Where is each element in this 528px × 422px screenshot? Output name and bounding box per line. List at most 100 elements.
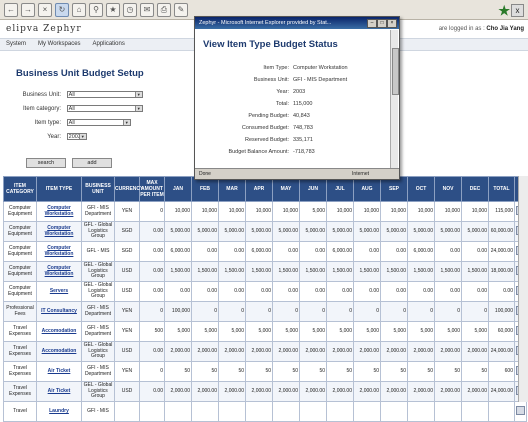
close-icon[interactable]: x bbox=[511, 4, 524, 17]
column-header[interactable]: MAR bbox=[218, 176, 246, 202]
table-cell: GEL - Global Logistics Group bbox=[81, 341, 115, 362]
table-cell: 5,000 bbox=[245, 321, 273, 342]
table-cell bbox=[272, 401, 300, 422]
table-cell: 2,000.00 bbox=[164, 381, 192, 402]
table-cell: 1,500.00 bbox=[191, 261, 219, 282]
mail-icon[interactable]: ✉ bbox=[140, 2, 154, 17]
maximize-icon[interactable]: □ bbox=[377, 19, 387, 28]
column-header[interactable]: JAN bbox=[164, 176, 192, 202]
item-type-link[interactable]: Laundry bbox=[36, 401, 82, 422]
table-cell: GFI - MIS Department bbox=[81, 301, 115, 322]
popup-field-row: Reserved Budget: 335,171 bbox=[203, 137, 383, 143]
column-header[interactable]: CURRENCY bbox=[114, 176, 143, 202]
add-button[interactable]: add bbox=[72, 158, 112, 168]
table-cell: 5,000 bbox=[218, 321, 246, 342]
column-header[interactable]: FEB bbox=[191, 176, 219, 202]
minimize-icon[interactable]: – bbox=[367, 19, 377, 28]
page-scrollbar[interactable] bbox=[518, 176, 528, 402]
filter-item-category: Item category: All ▼ bbox=[16, 105, 143, 112]
table-cell: 10,000 bbox=[326, 201, 354, 222]
item-category-select[interactable]: All ▼ bbox=[66, 105, 143, 112]
column-header[interactable]: APR bbox=[245, 176, 273, 202]
table-cell: 5,000 bbox=[326, 321, 354, 342]
search-button[interactable]: search bbox=[26, 158, 66, 168]
table-cell: YEN bbox=[114, 321, 140, 342]
column-header[interactable]: BUSINESS UNIT bbox=[81, 176, 115, 202]
column-header[interactable]: TOTAL bbox=[488, 176, 515, 202]
item-type-link[interactable]: Computer Workstation bbox=[36, 221, 82, 242]
column-header[interactable]: JUL bbox=[326, 176, 354, 202]
table-cell: 600 bbox=[488, 361, 515, 382]
table-cell: 0.00 bbox=[191, 281, 219, 302]
home-icon[interactable]: ⌂ bbox=[72, 2, 86, 17]
table-row: Computer Equipment Computer Workstation GF… bbox=[3, 201, 527, 222]
table-row: Travel Expenses Air Ticket GFI - MIS Depar… bbox=[3, 361, 527, 382]
table-cell: GEL - Global Logistics Group bbox=[81, 261, 115, 282]
item-type-link[interactable]: Air Ticket bbox=[36, 381, 82, 402]
column-header[interactable]: SEP bbox=[380, 176, 408, 202]
favorites-icon[interactable]: ★ bbox=[106, 2, 120, 17]
row-select-box[interactable] bbox=[516, 405, 525, 415]
table-cell: YEN bbox=[114, 201, 140, 222]
status-done: Done bbox=[199, 171, 211, 177]
column-header[interactable]: MAX AMOUNT PER ITEM bbox=[139, 176, 165, 202]
edit-icon[interactable]: ✎ bbox=[174, 2, 188, 17]
column-header[interactable]: MAY bbox=[272, 176, 300, 202]
refresh-icon[interactable]: ↻ bbox=[55, 2, 69, 17]
item-type-link[interactable]: Accomodation bbox=[36, 341, 82, 362]
chevron-down-icon: ▼ bbox=[134, 92, 142, 97]
item-type-link[interactable]: Computer Workstation bbox=[36, 241, 82, 262]
table-cell: 115,000 bbox=[488, 201, 515, 222]
history-icon[interactable]: ◷ bbox=[123, 2, 137, 17]
column-header[interactable]: AUG bbox=[353, 176, 381, 202]
item-type-link[interactable]: Computer Workstation bbox=[36, 201, 82, 222]
menu-my-workspaces[interactable]: My Workspaces bbox=[38, 39, 81, 50]
column-header[interactable]: JUN bbox=[299, 176, 327, 202]
search-icon[interactable]: ⚲ bbox=[89, 2, 103, 17]
stop-icon[interactable]: × bbox=[38, 2, 52, 17]
table-cell: YEN bbox=[114, 361, 140, 382]
table-cell: Computer Equipment bbox=[3, 281, 37, 302]
table-cell: 2,000.00 bbox=[380, 381, 408, 402]
column-header[interactable]: OCT bbox=[407, 176, 435, 202]
item-type-link[interactable]: Air Ticket bbox=[36, 361, 82, 382]
scroll-thumb[interactable] bbox=[392, 48, 399, 95]
year-select[interactable]: 2003 ▼ bbox=[66, 133, 87, 140]
table-header-row: ITEM CATEGORY ITEM TYPE BUSINESS UNIT CURRE… bbox=[3, 176, 527, 202]
table-cell: SGD bbox=[114, 221, 140, 242]
column-header[interactable]: ITEM CATEGORY bbox=[3, 176, 37, 202]
business-unit-select[interactable]: All ▼ bbox=[66, 91, 143, 98]
login-user: Cho Jia Yang bbox=[486, 26, 524, 32]
table-cell: 0.00 bbox=[434, 241, 462, 262]
menu-applications[interactable]: Applications bbox=[93, 39, 125, 50]
table-cell: 0 bbox=[272, 301, 300, 322]
table-cell: 0.00 bbox=[139, 381, 165, 402]
popup-scrollbar[interactable] bbox=[390, 30, 399, 168]
table-cell: GFI - MIS bbox=[81, 401, 115, 422]
table-cell: 1,500.00 bbox=[461, 261, 489, 282]
table-cell: 5,000 bbox=[380, 321, 408, 342]
table-cell: 2,000.00 bbox=[245, 341, 273, 362]
item-type-select[interactable]: All ▼ bbox=[66, 119, 131, 126]
column-header[interactable]: NOV bbox=[434, 176, 462, 202]
menu-system[interactable]: System bbox=[6, 39, 26, 50]
column-header[interactable]: ITEM TYPE bbox=[36, 176, 82, 202]
table-cell: 2,000.00 bbox=[272, 341, 300, 362]
column-header[interactable]: DEC bbox=[461, 176, 489, 202]
item-type-link[interactable]: Accomodation bbox=[36, 321, 82, 342]
table-cell: Computer Equipment bbox=[3, 221, 37, 242]
table-cell: 5,000.00 bbox=[380, 221, 408, 242]
item-type-link[interactable]: IT Consultancy bbox=[36, 301, 82, 322]
row-select-cell bbox=[514, 401, 527, 422]
table-cell: 0 bbox=[380, 301, 408, 322]
close-icon[interactable]: × bbox=[387, 19, 397, 28]
table-cell bbox=[245, 401, 273, 422]
table-cell: 0.00 bbox=[299, 241, 327, 262]
item-type-link[interactable]: Servers bbox=[36, 281, 82, 302]
table-cell: Professional Fees bbox=[3, 301, 37, 322]
item-type-link[interactable]: Computer Workstation bbox=[36, 261, 82, 282]
forward-icon[interactable]: → bbox=[21, 2, 35, 17]
print-icon[interactable]: ⎙ bbox=[157, 2, 171, 17]
table-cell: GFL - Global Logistics Group bbox=[81, 221, 115, 242]
back-icon[interactable]: ← bbox=[4, 2, 18, 17]
